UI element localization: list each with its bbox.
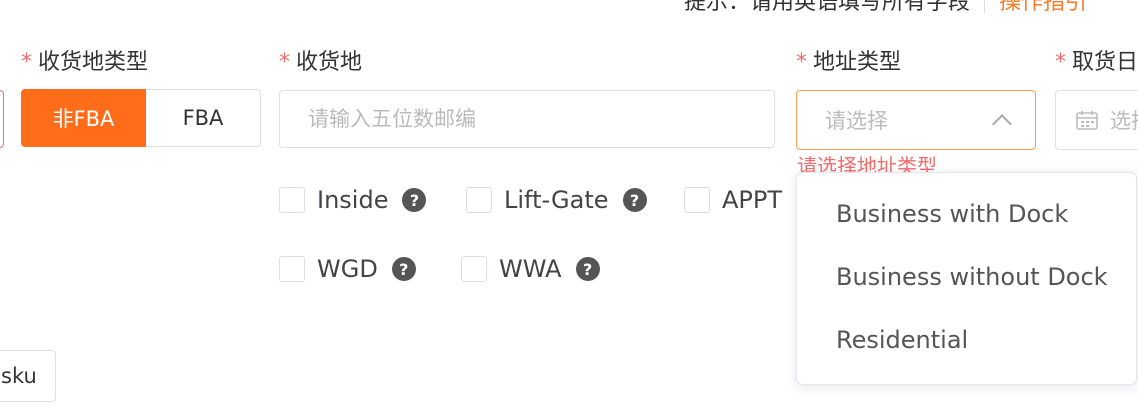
required-mark: * xyxy=(21,50,32,75)
help-icon[interactable]: ? xyxy=(402,188,427,212)
top-hint-bar: 提示：请用英语填写所有字段 操作指引 xyxy=(684,0,1087,16)
service-label: WWA xyxy=(499,255,562,283)
required-mark: * xyxy=(796,50,807,75)
checkbox-box[interactable] xyxy=(684,187,710,213)
required-mark: * xyxy=(1055,50,1066,75)
service-checkbox-wgd[interactable]: WGD ? xyxy=(279,255,416,283)
service-label: Lift-Gate xyxy=(504,186,609,214)
destination-type-label-text: 收货地类型 xyxy=(38,50,149,75)
destination-label-text: 收货地 xyxy=(296,50,363,75)
service-checkbox-inside[interactable]: Inside ? xyxy=(279,186,427,214)
address-type-error: 请选择地址类型 xyxy=(797,154,937,172)
checkbox-box[interactable] xyxy=(466,187,492,213)
service-label: WGD xyxy=(317,255,378,283)
service-checkbox-lift-gate[interactable]: Lift-Gate ? xyxy=(466,186,647,214)
help-icon[interactable]: ? xyxy=(622,188,647,212)
fba-option[interactable]: FBA xyxy=(146,89,261,147)
chevron-up-icon xyxy=(992,114,1012,134)
address-type-label-text: 地址类型 xyxy=(813,50,902,75)
destination-type-label: * 收货地类型 xyxy=(21,44,148,76)
service-label: APPT xyxy=(722,186,783,214)
address-type-label: * 地址类型 xyxy=(796,44,901,76)
address-type-placeholder: 请选择 xyxy=(825,109,888,133)
address-type-select[interactable]: 请选择 xyxy=(796,90,1036,150)
pickup-date-label: * 取货日 xyxy=(1055,44,1138,76)
pickup-date-picker[interactable]: 选择 xyxy=(1055,90,1138,150)
divider xyxy=(984,0,986,13)
destination-label: * 收货地 xyxy=(279,44,362,76)
help-icon[interactable]: ? xyxy=(575,257,600,281)
help-icon[interactable]: ? xyxy=(391,257,416,281)
pickup-date-placeholder: 选择 xyxy=(1110,109,1138,133)
calendar-icon xyxy=(1076,111,1098,130)
checkbox-box[interactable] xyxy=(279,256,305,282)
destination-type-toggle: 非FBA FBA xyxy=(21,89,261,147)
zip-code-input[interactable] xyxy=(279,90,775,148)
checkbox-box[interactable] xyxy=(461,256,487,282)
option-business-without-dock[interactable]: Business without Dock xyxy=(797,246,1136,309)
service-checkbox-appt[interactable]: APPT xyxy=(684,186,782,214)
service-label: Inside xyxy=(317,186,389,214)
pickup-date-label-text: 取货日 xyxy=(1072,50,1138,75)
address-type-dropdown: Business with Dock Business without Dock… xyxy=(796,172,1137,385)
top-hint-text: 提示：请用英语填写所有字段 xyxy=(684,0,971,15)
previous-field-edge[interactable] xyxy=(0,90,4,148)
service-checkbox-wwa[interactable]: WWA ? xyxy=(461,255,600,283)
checkbox-box[interactable] xyxy=(279,187,305,213)
required-mark: * xyxy=(279,50,290,75)
operation-guide-link[interactable]: 操作指引 xyxy=(999,0,1087,15)
option-residential[interactable]: Residential xyxy=(797,309,1136,372)
sku-button[interactable]: sku xyxy=(0,350,56,402)
non-fba-option[interactable]: 非FBA xyxy=(21,89,146,147)
option-business-with-dock[interactable]: Business with Dock xyxy=(797,183,1136,246)
